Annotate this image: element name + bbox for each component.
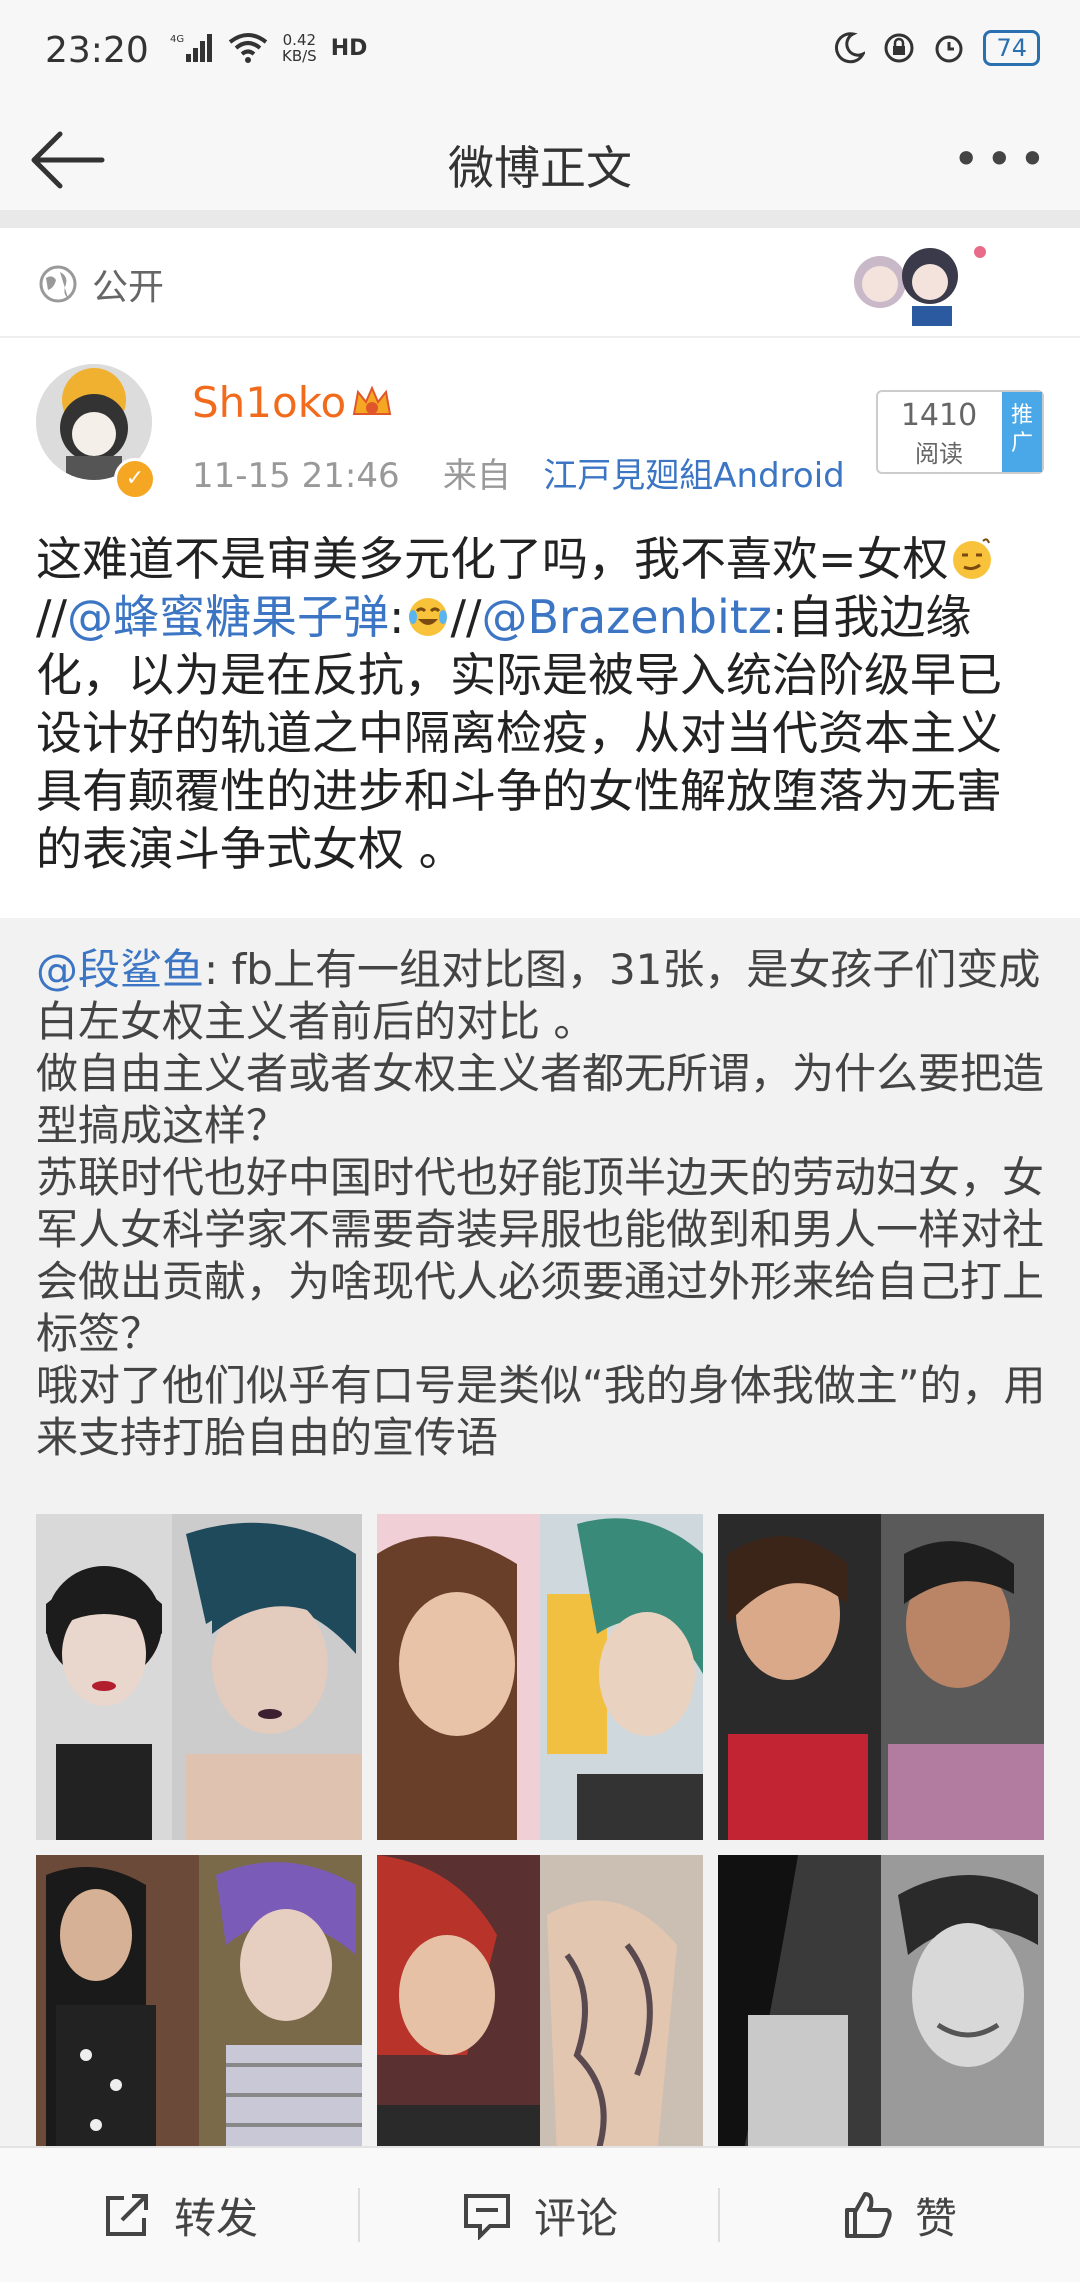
photo-5[interactable] [377, 1855, 703, 2181]
weibo-post: ✓ Sh1oko 11-15 21:46 来自 江戸見廻組Android 141… [0, 338, 1080, 918]
visibility-label: 公开 [92, 267, 165, 308]
post-source[interactable]: 江戸見廻組Android [543, 456, 844, 496]
network-speed-value: 0.42 [282, 31, 317, 49]
verified-badge-icon: ✓ [114, 458, 156, 500]
like-label: 赞 [914, 2193, 957, 2243]
globe-icon [39, 265, 77, 303]
read-count: 1410 [900, 398, 978, 433]
username[interactable]: Sh1oko [192, 378, 346, 427]
repost-label: 转发 [173, 2193, 258, 2243]
thumbs-up-icon [844, 2192, 892, 2238]
status-right-icons: 74 [833, 30, 1040, 66]
comment-icon [463, 2194, 510, 2240]
wifi-icon [228, 33, 268, 63]
repost-body: : fb上有一组对比图，31张，是女孩子们变成白左女权主义者前后的对比 。 做自… [36, 945, 1046, 1462]
mention-link-1[interactable]: @蜂蜜糖果子弹 [67, 590, 389, 644]
network-speed: 0.42 KB/S [282, 32, 317, 64]
source-prefix: 来自 [442, 456, 511, 496]
like-button[interactable]: 赞 [720, 2148, 1080, 2282]
network-speed-unit: KB/S [282, 47, 317, 65]
post-text-colon1: : [389, 590, 405, 644]
post-text-sep1: // [36, 590, 67, 644]
lock-rotation-icon [884, 33, 914, 63]
moon-icon [835, 32, 866, 64]
vip-crown-icon [352, 385, 392, 415]
comment-label: 评论 [533, 2193, 618, 2243]
reposted-content[interactable]: @段鲨鱼: fb上有一组对比图，31张，是女孩子们变成白左女权主义者前后的对比 … [0, 918, 1080, 2181]
comment-button[interactable]: 评论 [360, 2148, 720, 2282]
photo-1[interactable] [36, 1514, 362, 1840]
post-timestamp: 11-15 21:46 [192, 456, 400, 496]
repost-text: @段鲨鱼: fb上有一组对比图，31张，是女孩子们变成白左女权主义者前后的对比 … [36, 944, 1046, 1464]
status-bar: 23:20 4G 0.42 KB/S HD 74 [0, 0, 1080, 110]
photo-4[interactable] [36, 1855, 362, 2181]
photo-2[interactable] [377, 1514, 703, 1840]
photo-6[interactable] [718, 1855, 1044, 2181]
read-count-box[interactable]: 1410 阅读 推广 [876, 390, 1044, 474]
status-time: 23:20 [45, 30, 149, 71]
smirk-emoji-icon [952, 538, 991, 579]
header-divider [0, 210, 1080, 228]
alarm-icon [935, 35, 963, 63]
share-icon [105, 2194, 148, 2236]
post-text-sep2: // [450, 590, 482, 644]
post-text-part1: 这难道不是审美多元化了吗，我不喜欢=女权 [36, 532, 949, 586]
more-options-icon[interactable]: ••• [953, 132, 1052, 186]
svg-text:4G: 4G [170, 34, 184, 45]
read-label: 阅读 [915, 440, 963, 468]
top-nav-bar: 微博正文 ••• [0, 110, 1080, 210]
hd-icon: HD [330, 35, 368, 61]
battery-indicator: 74 [983, 30, 1040, 66]
repost-button[interactable]: 转发 [0, 2148, 360, 2282]
repost-author-link[interactable]: @段鲨鱼 [36, 945, 204, 994]
promote-button[interactable]: 推广 [1002, 392, 1042, 472]
laugh-cry-emoji-icon [408, 598, 447, 636]
signal-icon: 4G [170, 34, 212, 62]
status-left-icons: 4G 0.42 KB/S HD [170, 32, 367, 64]
mention-link-2[interactable]: @Brazenbitz [482, 590, 772, 644]
photo-3[interactable] [718, 1514, 1044, 1840]
visibility-row: 公开 [0, 228, 1080, 338]
post-meta: 11-15 21:46 来自 江戸見廻組Android [192, 448, 845, 497]
anime-sticker-image [854, 246, 986, 326]
page-title: 微博正文 [448, 141, 632, 195]
post-text: 这难道不是审美多元化了吗，我不喜欢=女权//@蜂蜜糖果子弹://@Brazenb… [36, 530, 1046, 878]
bottom-action-bar: 转发 评论 赞 [0, 2146, 1080, 2282]
